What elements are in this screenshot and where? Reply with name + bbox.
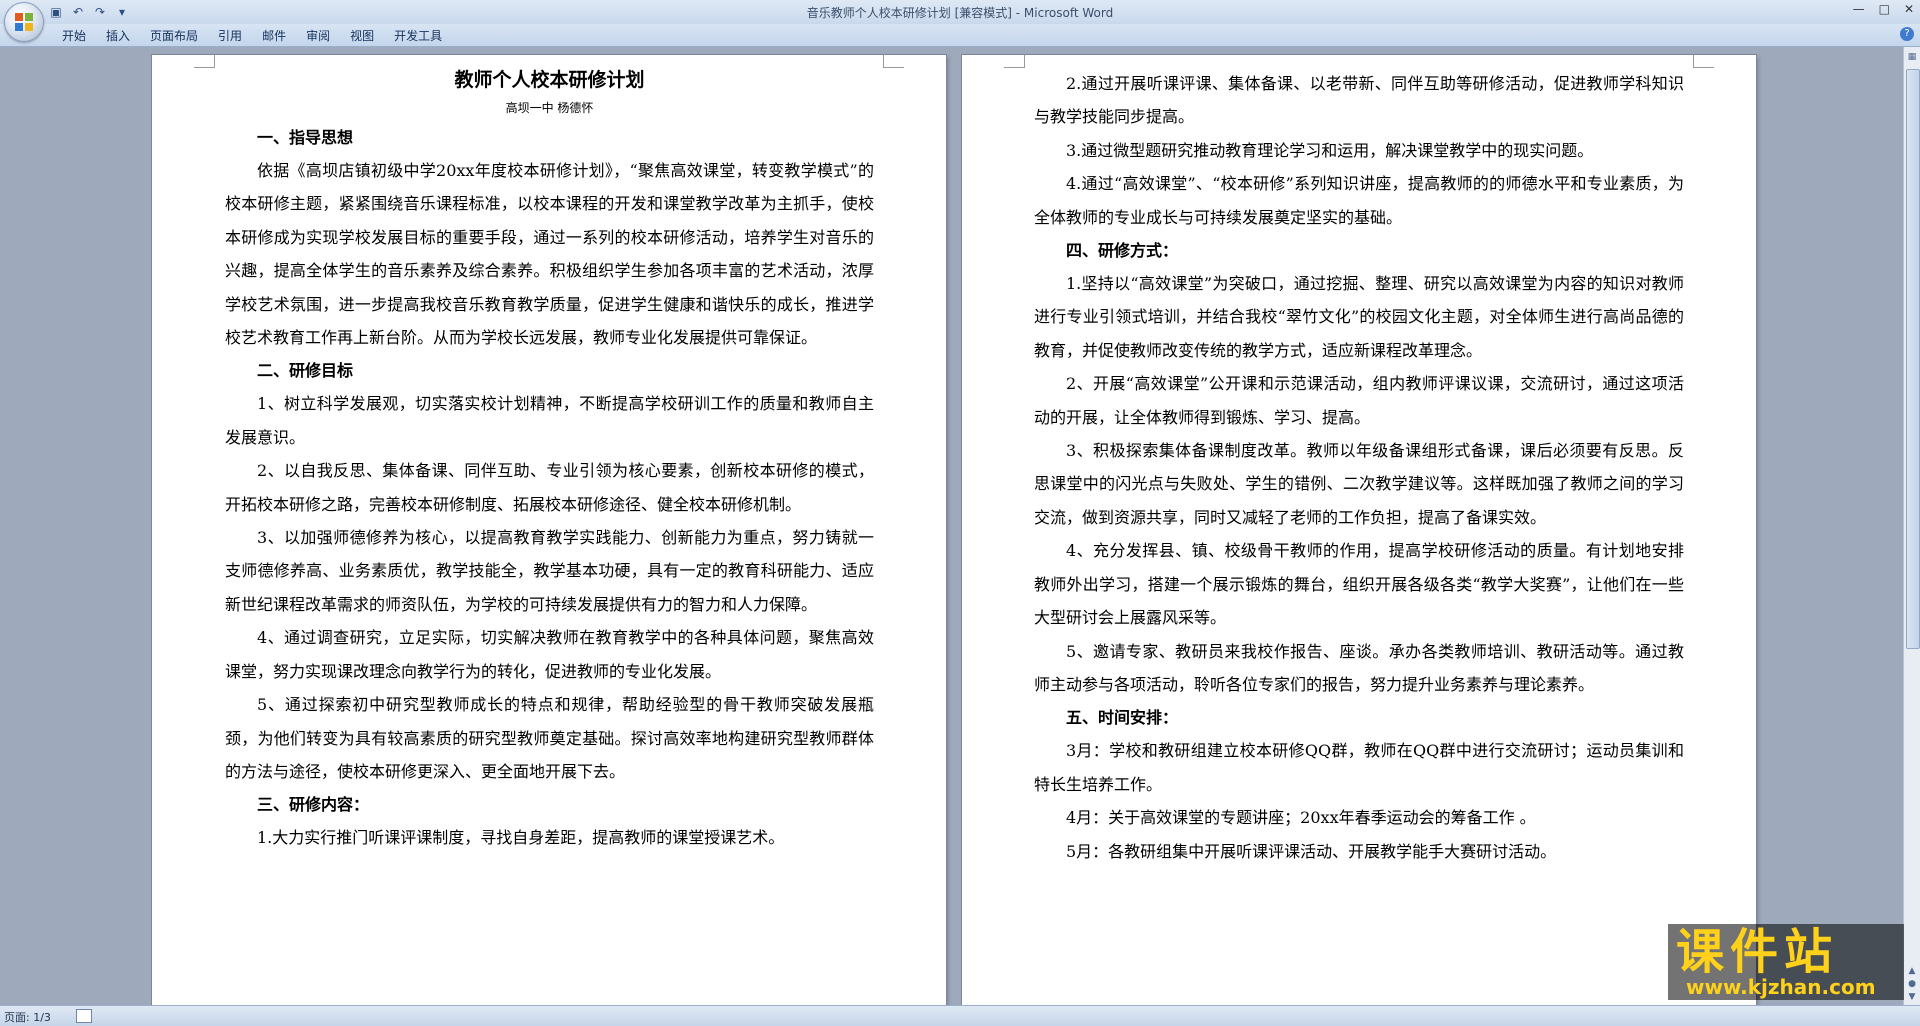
ribbon-tab-bar: 开始 插入 页面布局 引用 邮件 审阅 视图 开发工具 ? xyxy=(0,24,1920,47)
section-heading[interactable]: 一、指导思想 xyxy=(225,121,874,154)
section-heading[interactable]: 五、时间安排： xyxy=(1034,701,1684,734)
window-controls: — □ ✕ xyxy=(1853,2,1914,16)
crop-mark xyxy=(194,55,215,68)
help-icon[interactable]: ? xyxy=(1900,27,1914,41)
ruler-toggle-icon[interactable]: ▦ xyxy=(1906,51,1918,63)
document-page-2[interactable]: 2.通过开展听课评课、集体备课、以老带新、同伴互助等研修活动，促进教师学科知识与… xyxy=(962,55,1756,1005)
paragraph[interactable]: 3月：学校和教研组建立校本研修QQ群，教师在QQ群中进行交流研讨；运动员集训和特… xyxy=(1034,734,1684,801)
paragraph[interactable]: 4月：关于高效课堂的专题讲座；20xx年春季运动会的筹备工作 。 xyxy=(1034,801,1684,834)
vertical-scrollbar[interactable]: ▦ ▲ ● ▼ xyxy=(1903,47,1920,1005)
browse-object-icon[interactable]: ● xyxy=(1906,978,1918,990)
paragraph[interactable]: 5、邀请专家、教研员来我校作报告、座谈。承办各类教师培训、教研活动等。通过教师主… xyxy=(1034,635,1684,702)
page-1-body[interactable]: 一、指导思想 依据《高坝店镇初级中学20xx年度校本研修计划》，“聚焦高效课堂，转… xyxy=(225,121,874,855)
page-2-text[interactable]: 2.通过开展听课评课、集体备课、以老带新、同伴互助等研修活动，促进教师学科知识与… xyxy=(1034,67,1684,868)
title-bar: ▣ ↶ ↷ ▾ 音乐教师个人校本研修计划 [兼容模式] - Microsoft … xyxy=(0,0,1920,42)
document-workspace[interactable]: 教师个人校本研修计划 高坝一中 杨德怀 一、指导思想 依据《高坝店镇初级中学20x… xyxy=(0,47,1903,1005)
paragraph[interactable]: 1.大力实行推门听课评课制度，寻找自身差距，提高教师的课堂授课艺术。 xyxy=(225,821,874,854)
tab-page-layout[interactable]: 页面布局 xyxy=(146,28,214,44)
previous-page-icon[interactable]: ▲ xyxy=(1906,965,1918,977)
crop-mark xyxy=(1693,55,1714,68)
document-page-1[interactable]: 教师个人校本研修计划 高坝一中 杨德怀 一、指导思想 依据《高坝店镇初级中学20x… xyxy=(152,55,946,1005)
next-page-icon[interactable]: ▼ xyxy=(1906,991,1918,1003)
watermark-logo: 课件站 www.kjzhan.com xyxy=(1668,924,1904,1000)
section-heading[interactable]: 三、研修内容： xyxy=(225,788,874,821)
paragraph[interactable]: 依据《高坝店镇初级中学20xx年度校本研修计划》，“聚焦高效课堂，转变教学模式”… xyxy=(225,154,874,354)
minimize-button[interactable]: — xyxy=(1853,2,1865,16)
close-button[interactable]: ✕ xyxy=(1904,2,1914,16)
section-heading[interactable]: 二、研修目标 xyxy=(225,354,874,387)
status-bar: 页面: 1/3 xyxy=(0,1005,1920,1026)
tab-mailings[interactable]: 邮件 xyxy=(258,28,302,44)
paragraph[interactable]: 4、通过调查研究，立足实际，切实解决教师在教育教学中的各种具体问题，聚焦高效课堂… xyxy=(225,621,874,688)
paragraph[interactable]: 3、积极探索集体备课制度改革。教师以年级备课组形式备课，课后必须要有反思。反思课… xyxy=(1034,434,1684,534)
tab-insert[interactable]: 插入 xyxy=(102,28,146,44)
crop-mark xyxy=(1004,55,1025,68)
scrollbar-thumb[interactable] xyxy=(1906,69,1920,649)
paragraph[interactable]: 1.坚持以“高效课堂”为突破口，通过挖掘、整理、研究以高效课堂为内容的知识对教师… xyxy=(1034,267,1684,367)
paragraph[interactable]: 3、以加强师德修养为核心，以提高教育教学实践能力、创新能力为重点，努力铸就一支师… xyxy=(225,521,874,621)
document-title[interactable]: 教师个人校本研修计划 xyxy=(225,67,874,93)
paragraph[interactable]: 4、充分发挥县、镇、校级骨干教师的作用，提高学校研修活动的质量。有计划地安排教师… xyxy=(1034,534,1684,634)
page-1-text[interactable]: 教师个人校本研修计划 高坝一中 杨德怀 一、指导思想 依据《高坝店镇初级中学20x… xyxy=(225,67,874,855)
page-2-body[interactable]: 2.通过开展听课评课、集体备课、以老带新、同伴互助等研修活动，促进教师学科知识与… xyxy=(1034,67,1684,868)
crop-mark xyxy=(883,55,904,68)
tab-home[interactable]: 开始 xyxy=(58,28,102,44)
paragraph[interactable]: 2、以自我反思、集体备课、同伴互助、专业引领为核心要素，创新校本研修的模式，开拓… xyxy=(225,454,874,521)
watermark-name: 课件站 xyxy=(1676,924,1839,980)
paragraph[interactable]: 3.通过微型题研究推动教育理论学习和运用，解决课堂教学中的现实问题。 xyxy=(1034,134,1684,167)
page-count-status[interactable]: 页面: 1/3 xyxy=(4,1009,51,1025)
paragraph[interactable]: 5月：各教研组集中开展听课评课活动、开展教学能手大赛研讨活动。 xyxy=(1034,835,1684,868)
tab-review[interactable]: 审阅 xyxy=(302,28,346,44)
paragraph[interactable]: 4.通过“高效课堂”、“校本研修”系列知识讲座，提高教师的的师德水平和专业素质，… xyxy=(1034,167,1684,234)
tab-developer[interactable]: 开发工具 xyxy=(390,28,458,44)
tab-references[interactable]: 引用 xyxy=(214,28,258,44)
office-button[interactable] xyxy=(4,2,44,42)
watermark-url: www.kjzhan.com xyxy=(1686,975,1876,999)
section-heading[interactable]: 四、研修方式： xyxy=(1034,234,1684,267)
document-status-icon[interactable] xyxy=(76,1009,92,1023)
document-subtitle[interactable]: 高坝一中 杨德怀 xyxy=(225,97,874,119)
paragraph[interactable]: 2.通过开展听课评课、集体备课、以老带新、同伴互助等研修活动，促进教师学科知识与… xyxy=(1034,67,1684,134)
maximize-button[interactable]: □ xyxy=(1879,2,1890,16)
window-title: 音乐教师个人校本研修计划 [兼容模式] - Microsoft Word xyxy=(806,6,1114,20)
paragraph[interactable]: 1、树立科学发展观，切实落实校计划精神，不断提高学校研训工作的质量和教师自主发展… xyxy=(225,387,874,454)
paragraph[interactable]: 2、开展“高效课堂”公开课和示范课活动，组内教师评课议课，交流研讨，通过这项活动… xyxy=(1034,367,1684,434)
tab-view[interactable]: 视图 xyxy=(346,28,390,44)
office-logo-icon xyxy=(15,13,33,31)
paragraph[interactable]: 5、通过探索初中研究型教师成长的特点和规律，帮助经验型的骨干教师突破发展瓶颈，为… xyxy=(225,688,874,788)
